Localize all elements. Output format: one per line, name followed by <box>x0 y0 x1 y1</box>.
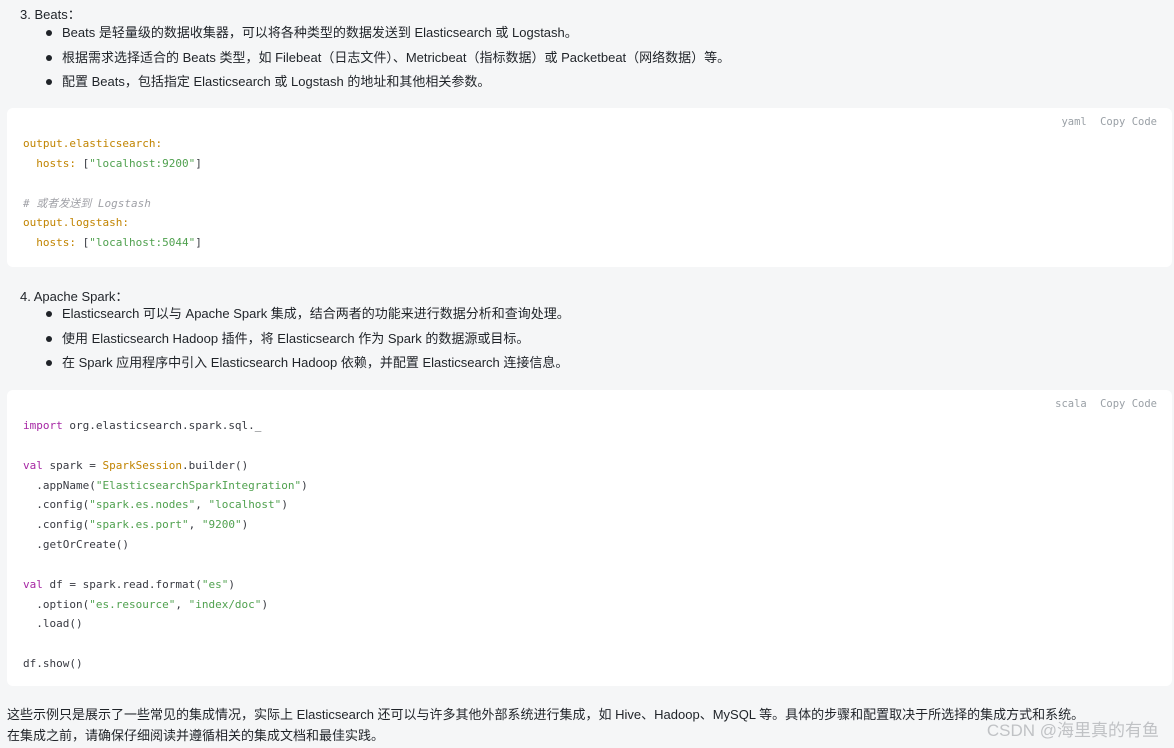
code-token: spark = <box>42 458 103 472</box>
code-token: ) <box>228 577 235 591</box>
code-token: df.show() <box>23 657 83 671</box>
code-token: "ElasticsearchSparkIntegration" <box>95 478 302 492</box>
code-token: hosts: <box>23 236 83 250</box>
code-token: ) <box>301 478 308 492</box>
code-line: .config("spark.es.port", "9200") <box>23 515 308 535</box>
code-token: SparkSession <box>102 458 182 472</box>
code-token: org.elasticsearch.spark.sql._ <box>62 419 262 432</box>
code-token: "index/doc" <box>188 597 262 611</box>
bullet-item: 配置 Beats，包括指定 Elasticsearch 或 Logstash 的… <box>40 70 730 95</box>
code-line: val spark = SparkSession.builder() <box>23 456 308 476</box>
code-line: hosts: ["localhost:5044"] <box>23 233 202 253</box>
code-line: hosts: ["localhost:9200"] <box>23 154 202 174</box>
copy-code-button[interactable]: Copy Code <box>1100 398 1157 410</box>
code-token: , <box>195 498 209 512</box>
bullet-item: 在 Spark 应用程序中引入 Elasticsearch Hadoop 依赖，… <box>40 351 570 376</box>
bullet-item: 使用 Elasticsearch Hadoop 插件，将 Elasticsear… <box>40 327 570 352</box>
code-language-label: yaml <box>1061 116 1087 128</box>
code-line: import org.elasticsearch.spark.sql._ <box>23 416 308 436</box>
yaml-code-block: yaml Copy Code output.elasticsearch: hos… <box>7 108 1172 267</box>
code-token: ) <box>241 518 249 532</box>
csdn-watermark: CSDN @海里真的有鱼 <box>986 721 1159 740</box>
code-line: df.show() <box>23 654 308 674</box>
code-token: ] <box>195 156 202 170</box>
code-label: Code <box>1131 116 1157 128</box>
code-content: output.elasticsearch: hosts: ["localhost… <box>23 134 202 253</box>
copy-code-button[interactable]: Copy Code <box>1100 116 1157 128</box>
code-token: hosts: <box>23 156 83 170</box>
code-token: import <box>23 419 63 432</box>
beats-bullet-list: Beats 是轻量级的数据收集器，可以将各种类型的数据发送到 Elasticse… <box>40 21 730 95</box>
code-line: val df = spark.read.format("es") <box>23 575 308 595</box>
code-token: .config( <box>23 518 90 532</box>
code-token: .option( <box>23 597 90 611</box>
code-token: .appName( <box>23 478 96 492</box>
code-token: val <box>23 458 43 472</box>
code-token: ) <box>281 498 288 512</box>
code-token: val <box>23 577 43 591</box>
code-line: # 或者发送到 Logstash <box>23 194 202 214</box>
spark-bullet-list: Elasticsearch 可以与 Apache Spark 集成，结合两者的功… <box>40 302 570 376</box>
code-token: output.logstash: <box>23 216 129 230</box>
code-token: .getOrCreate() <box>23 538 129 552</box>
code-token: ) <box>261 597 269 611</box>
code-token: "spark.es.port" <box>89 518 189 532</box>
code-token: "localhost:5044" <box>89 236 196 250</box>
code-token: "spark.es.nodes" <box>89 498 196 512</box>
code-token: "localhost" <box>208 498 282 512</box>
code-token: "localhost:9200" <box>89 156 196 170</box>
code-token: df = spark.read.format( <box>42 577 202 591</box>
code-header: scala Copy Code <box>1048 398 1157 410</box>
code-line: output.logstash: <box>23 213 202 233</box>
code-line: .config("spark.es.nodes", "localhost") <box>23 495 308 515</box>
code-token: , <box>175 597 189 611</box>
code-token: "es" <box>201 577 229 591</box>
code-token: "9200" <box>201 518 242 532</box>
code-token: ] <box>195 236 202 250</box>
code-token: output.elasticsearch: <box>23 137 163 150</box>
code-line: output.elasticsearch: <box>23 134 202 154</box>
bullet-item: Elasticsearch 可以与 Apache Spark 集成，结合两者的功… <box>40 302 570 327</box>
code-language-label: scala <box>1055 398 1087 410</box>
bullet-item: 根据需求选择适合的 Beats 类型，如 Filebeat（日志文件）、Metr… <box>40 46 730 71</box>
code-token: .builder() <box>181 458 249 472</box>
code-line: .appName("ElasticsearchSparkIntegration"… <box>23 476 308 496</box>
code-token: .load() <box>23 617 83 631</box>
code-token: .config( <box>23 498 90 512</box>
code-content: import org.elasticsearch.spark.sql._val … <box>23 416 308 674</box>
copy-label: Copy <box>1100 398 1126 410</box>
bullet-item: Beats 是轻量级的数据收集器，可以将各种类型的数据发送到 Elasticse… <box>40 21 730 46</box>
code-token: # 或者发送到 Logstash <box>23 196 151 210</box>
code-line: .getOrCreate() <box>23 535 308 555</box>
code-label: Code <box>1131 398 1157 410</box>
code-line: .option("es.resource", "index/doc") <box>23 595 308 615</box>
code-token: , <box>188 518 202 532</box>
scala-code-block: scala Copy Code import org.elasticsearch… <box>7 390 1172 686</box>
code-token: "es.resource" <box>89 597 176 611</box>
code-line: .load() <box>23 614 308 634</box>
code-header: yaml Copy Code <box>1054 116 1157 128</box>
copy-label: Copy <box>1100 116 1126 128</box>
